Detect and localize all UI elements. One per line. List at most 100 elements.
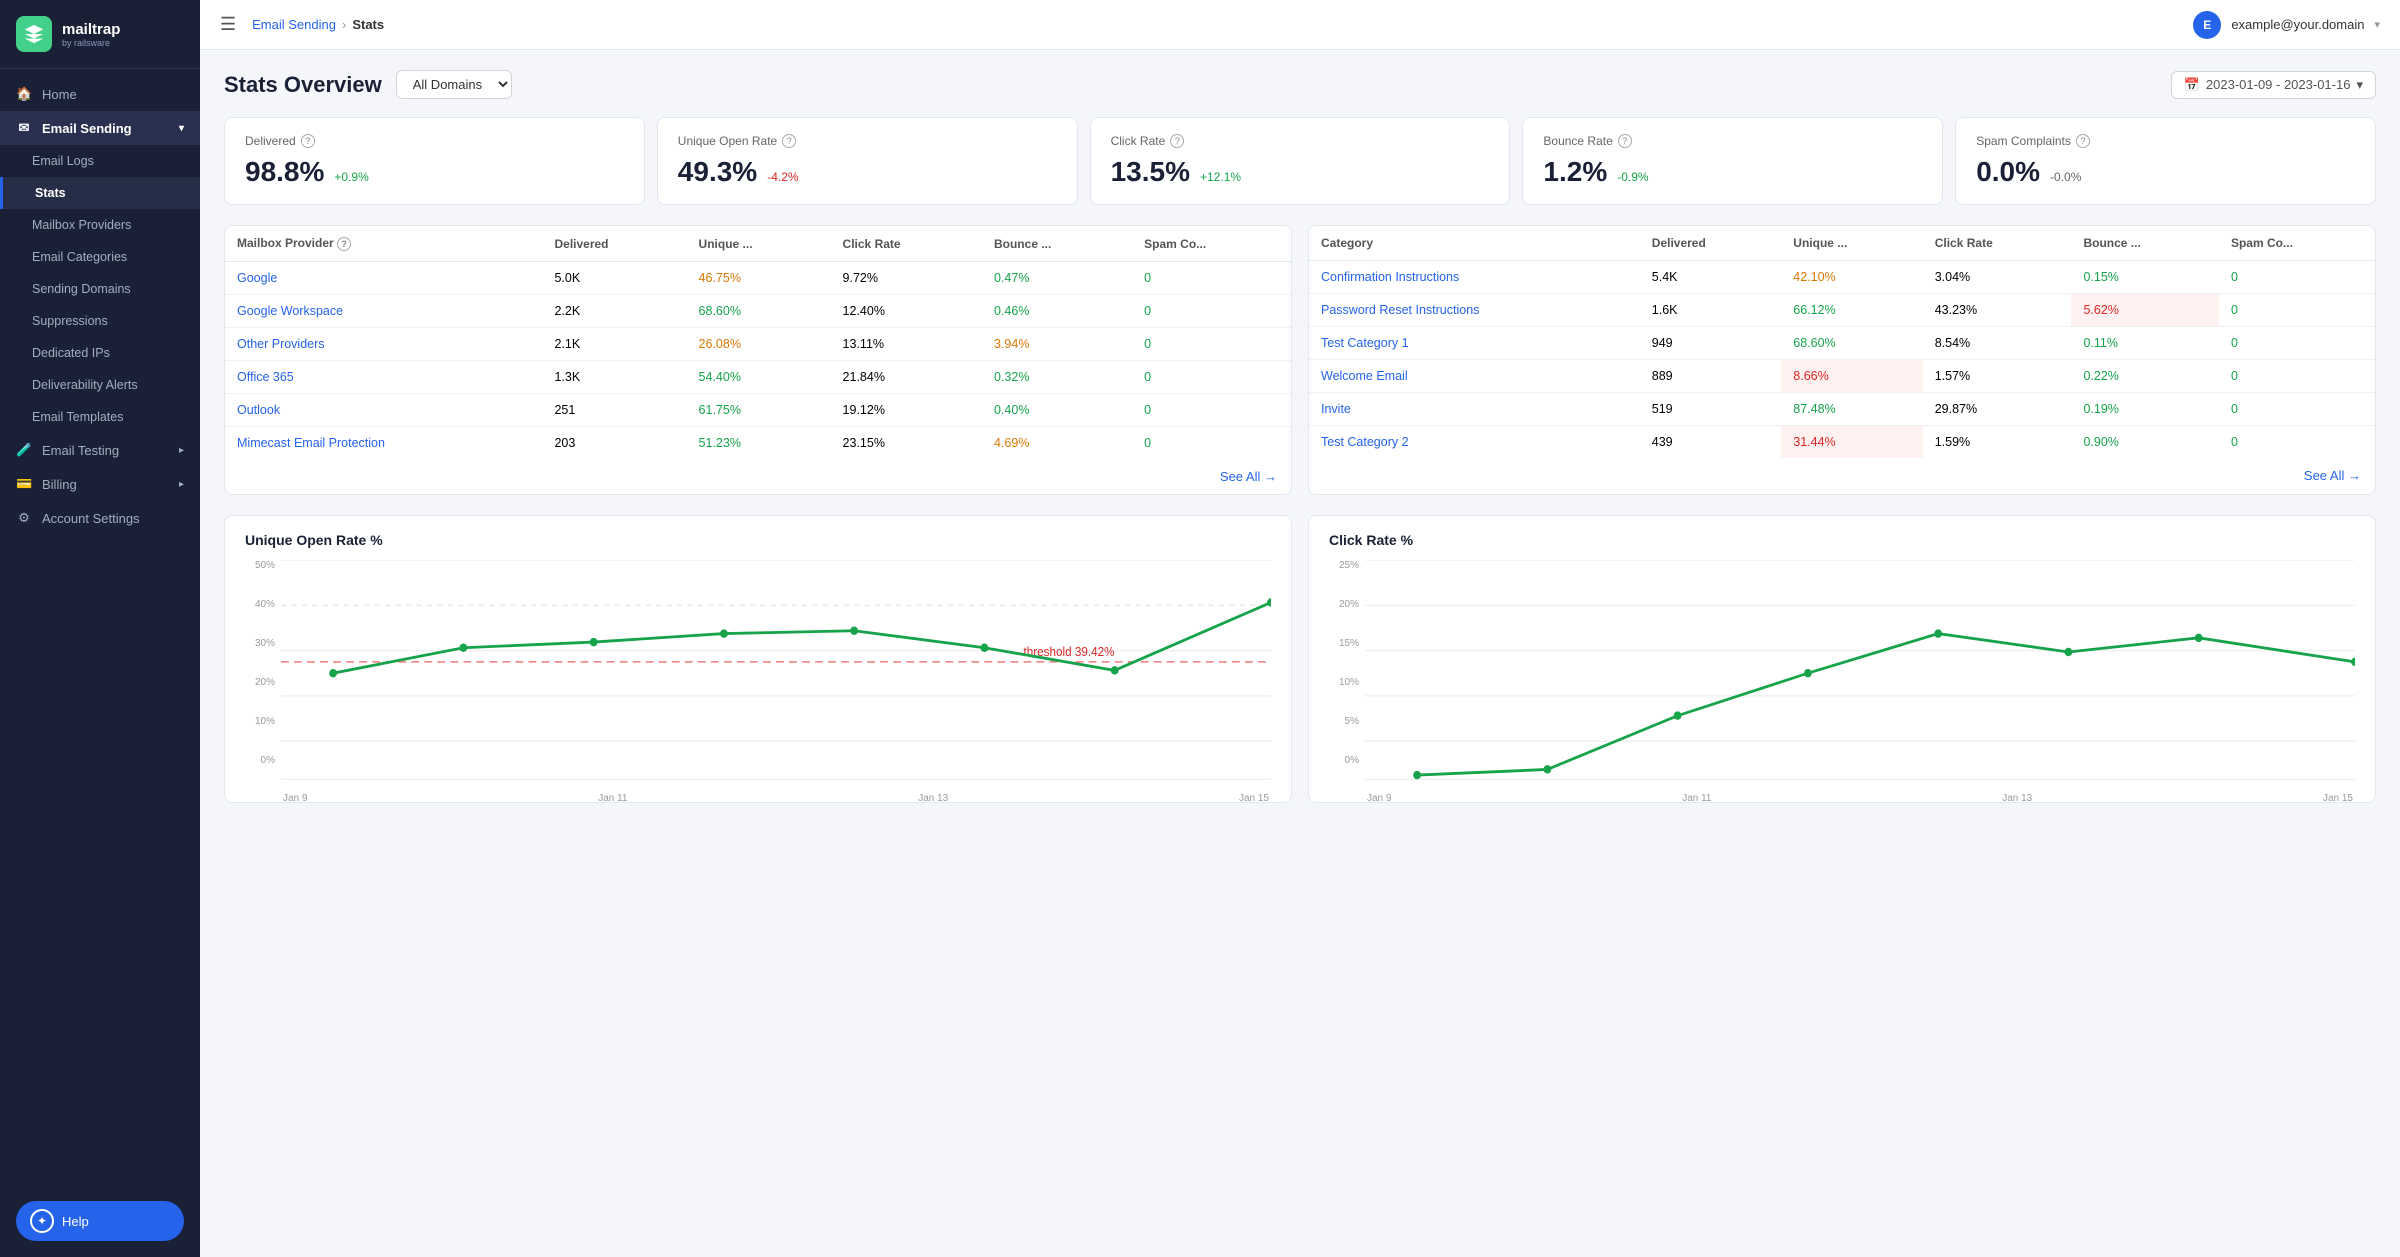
sidebar-item-email-categories[interactable]: Email Categories [0, 241, 200, 273]
stat-cards: Delivered ? 98.8% +0.9% Unique Open Rate… [224, 117, 2376, 205]
table-row: Google 5.0K 46.75% 9.72% 0.47% 0 [225, 262, 1291, 295]
billing-icon: 💳 [16, 476, 32, 492]
category-see-all-link[interactable]: See All → [2304, 468, 2361, 483]
sidebar-item-mailbox-providers[interactable]: Mailbox Providers [0, 209, 200, 241]
sidebar-label-suppressions: Suppressions [32, 314, 108, 328]
mailbox-see-all-link[interactable]: See All → [1220, 469, 1277, 484]
spam-info-icon[interactable]: ? [2076, 134, 2090, 148]
sidebar-item-email-testing[interactable]: 🧪 Email Testing ▸ [0, 433, 200, 467]
y-label-5: 5% [1329, 716, 1359, 727]
sidebar-navigation: 🏠 Home ✉ Email Sending ▾ Email Logs Stat… [0, 69, 200, 1189]
sidebar-item-suppressions[interactable]: Suppressions [0, 305, 200, 337]
calendar-icon: 📅 [2184, 77, 2200, 93]
category-bounce: 0.19% [2071, 393, 2219, 426]
category-spam: 0 [2219, 261, 2375, 294]
user-dropdown-arrow[interactable]: ▾ [2374, 18, 2380, 31]
stat-change-spam: -0.0% [2050, 170, 2081, 184]
category-unique: 42.10% [1781, 261, 1922, 294]
col-category-unique: Unique ... [1781, 226, 1922, 261]
sidebar-item-email-sending[interactable]: ✉ Email Sending ▾ [0, 111, 200, 145]
sidebar-item-account-settings[interactable]: ⚙ Account Settings [0, 501, 200, 535]
category-spam: 0 [2219, 327, 2375, 360]
mailbox-click: 12.40% [831, 295, 982, 328]
logo-sub: by railsware [62, 38, 120, 48]
category-link[interactable]: Confirmation Instructions [1321, 270, 1459, 284]
user-email: example@your.domain [2231, 17, 2364, 32]
y-label-10: 10% [245, 716, 275, 727]
mailbox-name: Google Workspace [225, 295, 542, 328]
category-delivered: 5.4K [1640, 261, 1782, 294]
mailbox-table-header: Mailbox Provider ? Delivered Unique ... … [225, 226, 1291, 262]
col-mailbox-delivered: Delivered [542, 226, 686, 262]
click-x-label-jan9: Jan 9 [1367, 793, 1391, 804]
mailbox-info-icon[interactable]: ? [337, 237, 351, 251]
category-unique: 8.66% [1781, 360, 1922, 393]
category-bounce: 0.11% [2071, 327, 2219, 360]
category-link[interactable]: Test Category 2 [1321, 435, 1409, 449]
bounce-rate-info-icon[interactable]: ? [1618, 134, 1632, 148]
domain-select[interactable]: All Domains [396, 70, 512, 99]
sidebar-item-home[interactable]: 🏠 Home [0, 77, 200, 111]
category-click: 8.54% [1923, 327, 2072, 360]
col-mailbox-unique: Unique ... [687, 226, 831, 262]
stat-value-delivered: 98.8% [245, 156, 324, 188]
mailbox-bounce: 0.47% [982, 262, 1132, 295]
y-label-20: 20% [1329, 599, 1359, 610]
mailbox-providers-table-container: Mailbox Provider ? Delivered Unique ... … [224, 225, 1292, 495]
sidebar-label-billing: Billing [42, 477, 77, 492]
category-delivered: 1.6K [1640, 294, 1782, 327]
stat-change-click-rate: +12.1% [1200, 170, 1241, 184]
click-rate-info-icon[interactable]: ? [1170, 134, 1184, 148]
mailbox-link[interactable]: Google Workspace [237, 304, 343, 318]
sidebar-item-sending-domains[interactable]: Sending Domains [0, 273, 200, 305]
y-label-30: 30% [245, 638, 275, 649]
category-link[interactable]: Password Reset Instructions [1321, 303, 1479, 317]
sidebar-item-billing[interactable]: 💳 Billing ▸ [0, 467, 200, 501]
email-sending-arrow: ▾ [179, 123, 184, 134]
sidebar-label-stats: Stats [35, 186, 66, 200]
sidebar-item-email-logs[interactable]: Email Logs [0, 145, 200, 177]
category-name: Invite [1309, 393, 1640, 426]
x-label-jan11: Jan 11 [598, 793, 627, 804]
mailbox-delivered: 203 [542, 427, 686, 460]
mailbox-link[interactable]: Office 365 [237, 370, 294, 384]
breadcrumb-parent[interactable]: Email Sending [252, 17, 336, 32]
y-label-10b: 10% [1329, 677, 1359, 688]
help-button[interactable]: ✦ Help [16, 1201, 184, 1241]
mailbox-see-all: See All → [225, 459, 1291, 494]
main-area: ☰ Email Sending › Stats E example@your.d… [200, 0, 2400, 1257]
category-spam: 0 [2219, 360, 2375, 393]
sidebar-item-stats[interactable]: Stats [0, 177, 200, 209]
table-row: Confirmation Instructions 5.4K 42.10% 3.… [1309, 261, 2375, 294]
x-label-jan15: Jan 15 [1239, 793, 1269, 804]
menu-toggle[interactable]: ☰ [220, 14, 236, 35]
sidebar-label-dedicated-ips: Dedicated IPs [32, 346, 110, 360]
sidebar-item-email-templates[interactable]: Email Templates [0, 401, 200, 433]
mailbox-link[interactable]: Mimecast Email Protection [237, 436, 385, 450]
category-delivered: 519 [1640, 393, 1782, 426]
home-icon: 🏠 [16, 86, 32, 102]
mailbox-spam: 0 [1132, 394, 1291, 427]
mailbox-link[interactable]: Other Providers [237, 337, 325, 351]
mailbox-link[interactable]: Outlook [237, 403, 280, 417]
category-bounce: 0.90% [2071, 426, 2219, 459]
stat-card-delivered: Delivered ? 98.8% +0.9% [224, 117, 645, 205]
category-link[interactable]: Invite [1321, 402, 1351, 416]
stat-value-click-rate: 13.5% [1111, 156, 1190, 188]
category-link[interactable]: Test Category 1 [1321, 336, 1409, 350]
category-link[interactable]: Welcome Email [1321, 369, 1408, 383]
category-click: 1.57% [1923, 360, 2072, 393]
mailbox-click: 9.72% [831, 262, 982, 295]
open-rate-info-icon[interactable]: ? [782, 134, 796, 148]
sidebar-item-deliverability-alerts[interactable]: Deliverability Alerts [0, 369, 200, 401]
stat-value-spam: 0.0% [1976, 156, 2040, 188]
y-label-0b: 0% [1329, 755, 1359, 766]
sidebar-item-dedicated-ips[interactable]: Dedicated IPs [0, 337, 200, 369]
delivered-info-icon[interactable]: ? [301, 134, 315, 148]
breadcrumb: Email Sending › Stats [252, 17, 384, 32]
category-click: 1.59% [1923, 426, 2072, 459]
date-range-picker[interactable]: 📅 2023-01-09 - 2023-01-16 ▾ [2171, 71, 2376, 99]
mailbox-link[interactable]: Google [237, 271, 277, 285]
col-category-delivered: Delivered [1640, 226, 1782, 261]
category-unique: 31.44% [1781, 426, 1922, 459]
